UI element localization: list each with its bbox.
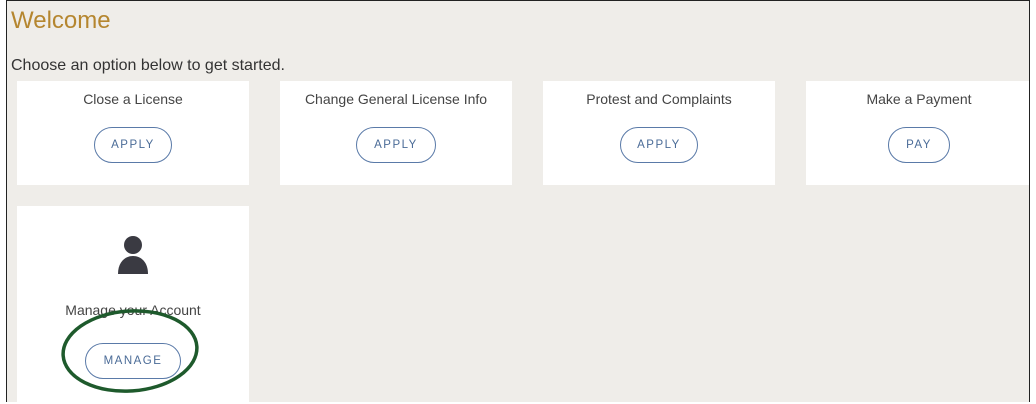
card-close-license: Close a License APPLY [17,81,249,185]
protest-apply-button[interactable]: APPLY [620,127,698,163]
page-subtitle: Choose an option below to get started. [11,57,285,74]
card-title: Protest and Complaints [586,91,732,107]
person-icon [118,236,148,274]
page-title: Welcome [11,7,111,34]
card-manage-account: Manage your Account MANAGE [17,206,249,402]
card-make-payment: Make a Payment PAY [806,81,1029,185]
main-panel: Welcome Choose an option below to get st… [6,0,1030,402]
card-protest-complaints: Protest and Complaints APPLY [543,81,775,185]
card-title: Make a Payment [866,91,972,107]
card-title: Close a License [83,91,183,107]
close-license-apply-button[interactable]: APPLY [94,127,172,163]
card-change-license-info: Change General License Info APPLY [280,81,512,185]
card-title: Manage your Account [65,302,201,318]
card-title: Change General License Info [304,91,488,107]
make-payment-pay-button[interactable]: PAY [888,127,950,163]
manage-account-button[interactable]: MANAGE [85,343,181,379]
change-license-apply-button[interactable]: APPLY [356,127,436,163]
